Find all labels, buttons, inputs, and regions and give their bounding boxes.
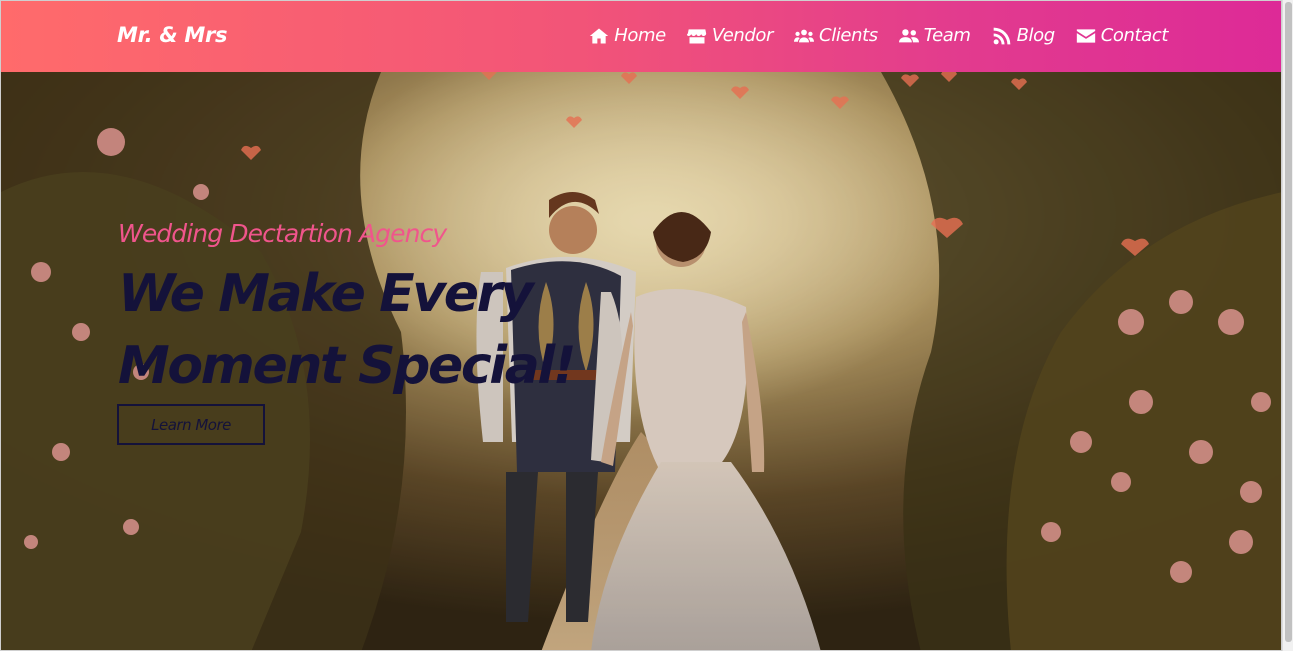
hero-section: Wedding Dectartion Agency We Make Every … <box>1 72 1281 650</box>
envelope-icon <box>1076 28 1095 43</box>
brand-logo-link[interactable]: Mr. & Mrs <box>117 23 228 47</box>
hero-headline: We Make Every Moment Special! <box>118 264 577 396</box>
hero-tagline: Wedding Dectartion Agency <box>118 219 447 248</box>
store-icon <box>686 28 707 43</box>
nav-item-label: Blog <box>1016 25 1056 46</box>
nav-item-label: Team <box>923 25 971 46</box>
nav-item-team[interactable]: Team <box>898 25 971 46</box>
nav-item-label: Clients <box>819 25 878 46</box>
nav-item-home[interactable]: Home <box>589 25 666 46</box>
home-icon <box>590 28 609 43</box>
nav-item-contact[interactable]: Contact <box>1076 25 1168 46</box>
nav-item-label: Contact <box>1100 25 1169 46</box>
scrollbar-thumb[interactable] <box>1285 2 1292 642</box>
blog-icon <box>993 27 1010 44</box>
nav-item-vendor[interactable]: Vendor <box>686 25 774 46</box>
user-friends-icon <box>898 28 919 42</box>
nav-links: Home Vendor Clients Team Blog Contact <box>589 25 1168 46</box>
nav-item-clients[interactable]: Clients <box>794 25 878 46</box>
nav-item-label: Home <box>614 25 666 46</box>
top-navbar: Mr. & Mrs Home Vendor Clients Team Blog <box>1 1 1281 72</box>
vertical-scrollbar[interactable] <box>1282 0 1293 651</box>
users-icon <box>794 29 815 42</box>
learn-more-button[interactable]: Learn More <box>117 404 265 445</box>
nav-item-blog[interactable]: Blog <box>992 25 1055 46</box>
browser-viewport: Mr. & Mrs Home Vendor Clients Team Blog <box>0 0 1282 651</box>
nav-item-label: Vendor <box>711 25 774 46</box>
